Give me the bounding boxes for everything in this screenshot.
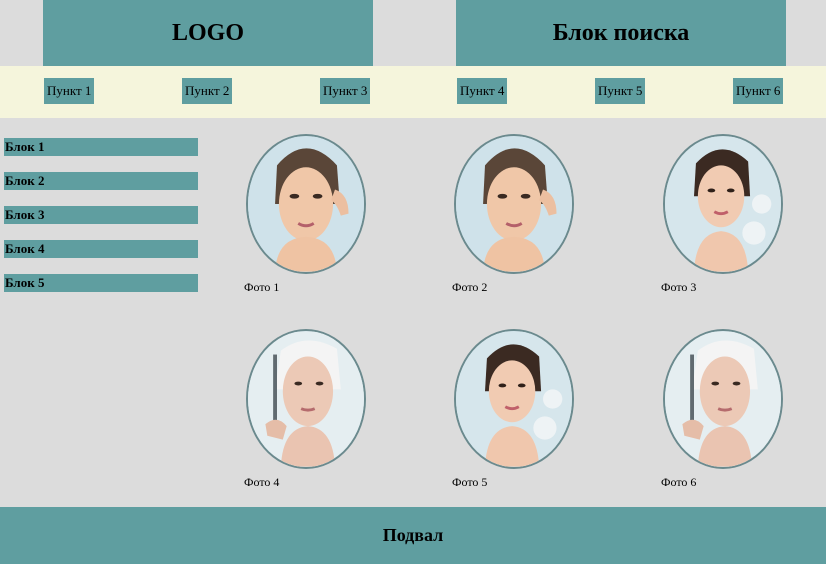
photo-caption: Фото 4: [244, 475, 280, 489]
photo-caption: Фото 6: [661, 475, 697, 489]
photo-card-6[interactable]: Фото 6: [661, 329, 791, 490]
photo-caption: Фото 1: [244, 280, 280, 294]
photo-2[interactable]: [454, 134, 574, 274]
sidebar-item-5[interactable]: Блок 5: [4, 274, 198, 292]
main-nav: Пункт 1 Пункт 2 Пункт 3 Пункт 4 Пункт 5 …: [0, 66, 826, 118]
nav-item-2[interactable]: Пункт 2: [182, 78, 233, 104]
logo[interactable]: LOGO: [43, 0, 373, 66]
face-photo-icon: [248, 136, 364, 272]
header: LOGO Блок поиска: [0, 0, 826, 66]
photo-caption: Фото 3: [661, 280, 697, 294]
photo-card-4[interactable]: Фото 4: [244, 329, 374, 490]
sidebar-item-4[interactable]: Блок 4: [4, 240, 198, 258]
search-block[interactable]: Блок поиска: [456, 0, 786, 66]
face-photo-icon: [248, 331, 364, 467]
photo-card-2[interactable]: Фото 2: [452, 134, 582, 295]
nav-item-3[interactable]: Пункт 3: [320, 78, 371, 104]
sidebar-item-3[interactable]: Блок 3: [4, 206, 198, 224]
nav-item-5[interactable]: Пункт 5: [595, 78, 646, 104]
sidebar-item-2[interactable]: Блок 2: [4, 172, 198, 190]
photo-card-1[interactable]: Фото 1: [244, 134, 374, 295]
nav-item-4[interactable]: Пункт 4: [457, 78, 508, 104]
nav-item-1[interactable]: Пункт 1: [44, 78, 95, 104]
face-photo-icon: [665, 331, 781, 467]
photo-3[interactable]: [663, 134, 783, 274]
sidebar-item-1[interactable]: Блок 1: [4, 138, 198, 156]
photo-6[interactable]: [663, 329, 783, 469]
face-photo-icon: [456, 136, 572, 272]
photo-caption: Фото 2: [452, 280, 488, 294]
photo-1[interactable]: [246, 134, 366, 274]
photo-caption: Фото 5: [452, 475, 488, 489]
face-photo-icon: [456, 331, 572, 467]
nav-item-6[interactable]: Пункт 6: [733, 78, 784, 104]
face-photo-icon: [665, 136, 781, 272]
photo-card-3[interactable]: Фото 3: [661, 134, 791, 295]
photo-card-5[interactable]: Фото 5: [452, 329, 582, 490]
photo-5[interactable]: [454, 329, 574, 469]
footer: Подвал: [0, 507, 826, 564]
photo-4[interactable]: [246, 329, 366, 469]
